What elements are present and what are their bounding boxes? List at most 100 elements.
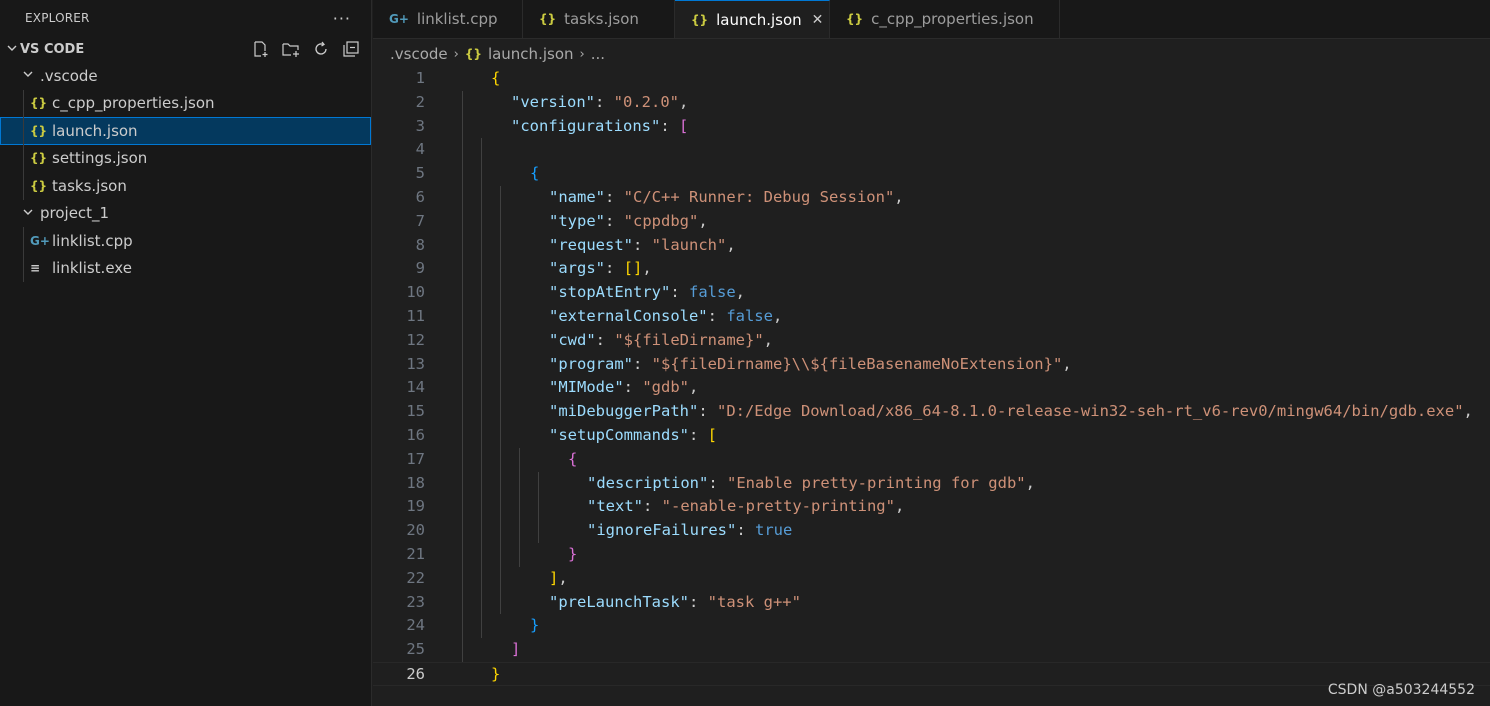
line-number: 16 [406,425,425,444]
line-number: 11 [406,306,425,325]
new-folder-icon[interactable] [281,39,301,59]
tab-tasks-json[interactable]: {} tasks.json [523,0,675,38]
more-actions-icon[interactable]: ··· [333,9,351,28]
code-line: 13 "program": "${fileDirname}\\${fileBase… [373,353,1490,377]
line-number: 6 [415,187,425,206]
code-line: 11 "externalConsole": false, [373,305,1490,329]
line-number: 23 [406,592,425,611]
workspace-name: VS CODE [20,41,85,57]
tree-folder-vscode[interactable]: .vscode [0,62,371,90]
code-line: 15 "miDebuggerPath": "D:/Edge Download/x8… [373,400,1490,424]
code-line: 25] [373,638,1490,662]
code-line: 2 "version": "0.2.0", [373,91,1490,115]
code-line: 6 "name": "C/C++ Runner: Debug Session", [373,186,1490,210]
line-number: 10 [406,283,425,302]
tab-label: linklist.cpp [416,10,498,28]
code-line: 3 "configurations": [ [373,115,1490,139]
json-icon: {} [30,123,48,138]
line-number: 1 [415,69,425,87]
indent-guide [538,472,539,543]
cpp-icon: G+ [30,233,50,248]
code-line: 12 "cwd": "${fileDirname}", [373,329,1490,353]
close-icon[interactable]: ✕ [812,12,824,28]
tree-file-label: linklist.cpp [52,231,133,250]
line-number: 9 [415,259,425,278]
code-line: 24} [373,614,1490,638]
indent-guide [481,138,482,638]
line-number: 17 [406,449,425,468]
json-icon: {} [30,96,48,111]
tab-label: tasks.json [564,10,639,28]
workspace-section-header[interactable]: VS CODE [0,36,371,62]
tree-file-label: linklist.exe [52,259,132,278]
collapse-all-icon[interactable] [341,39,361,59]
code-line: 21} [373,543,1490,567]
line-number: 5 [415,164,425,183]
code-editor[interactable]: 1{ 2 "version": "0.2.0", 3 "configurations… [373,67,1490,706]
line-number: 26 [406,664,425,683]
line-number: 22 [406,568,425,587]
json-icon: {} [464,47,482,61]
editor-tabs: G+ linklist.cpp {} tasks.json {} launch.… [373,0,1490,39]
tree-file-c-cpp-properties[interactable]: {} c_cpp_properties.json [0,89,371,117]
chevron-down-icon [22,206,40,221]
code-line: 20 "ignoreFailures": true [373,519,1490,543]
tab-label: launch.json [716,10,802,29]
tree-folder-label: .vscode [40,66,98,85]
tab-c-cpp-properties-json[interactable]: {} c_cpp_properties.json [830,0,1060,38]
explorer-header: EXPLORER ··· [0,0,371,36]
line-number: 21 [406,544,425,563]
tree-file-linklist-exe[interactable]: ≡ linklist.exe [0,254,371,282]
code-line: 22], [373,567,1490,591]
breadcrumb: .vscode › {} launch.json › ... [390,41,605,67]
json-icon: {} [30,151,48,166]
tree-file-label: launch.json [52,121,138,140]
code-line: 16 "setupCommands": [ [373,424,1490,448]
tree-file-launch[interactable]: {} launch.json [0,117,371,145]
chevron-down-icon [6,42,20,57]
new-file-icon[interactable] [251,39,271,59]
code-line: 4 [373,138,1490,162]
tree-file-settings[interactable]: {} settings.json [0,144,371,172]
json-icon: {} [691,12,709,27]
code-line: 8 "request": "launch", [373,234,1490,258]
tree-folder-project-1[interactable]: project_1 [0,200,371,228]
code-line: 9 "args": [], [373,257,1490,281]
tree-file-label: tasks.json [52,176,127,195]
text-file-icon: ≡ [30,261,41,276]
explorer-sidebar: EXPLORER ··· VS CODE .vscode {} c_cpp_pr… [0,0,372,706]
breadcrumb-tail[interactable]: ... [591,45,605,63]
line-number: 25 [406,640,425,659]
breadcrumb-file[interactable]: launch.json [488,45,574,63]
code-line: 10 "stopAtEntry": false, [373,281,1490,305]
watermark: CSDN @a503244552 [1327,682,1475,698]
json-icon: {} [846,12,864,26]
line-number: 2 [415,92,425,111]
indent-guide [462,91,463,662]
line-number: 12 [406,330,425,349]
breadcrumb-folder[interactable]: .vscode [390,45,448,63]
tree-file-tasks[interactable]: {} tasks.json [0,172,371,200]
tab-label: c_cpp_properties.json [871,10,1034,28]
tab-linklist-cpp[interactable]: G+ linklist.cpp [373,0,523,38]
line-number: 4 [415,140,425,159]
code-line: 1{ [373,67,1490,91]
code-line-current: 26} [373,661,1490,686]
json-icon: {} [30,178,48,193]
line-number: 14 [406,378,425,397]
line-number: 19 [406,497,425,516]
line-number: 24 [406,616,425,635]
indent-guide [519,448,520,567]
tree-folder-label: project_1 [40,204,110,223]
refresh-icon[interactable] [311,39,331,59]
line-number: 18 [406,473,425,492]
tree-file-linklist-cpp[interactable]: G+ linklist.cpp [0,227,371,255]
code-line: 14 "MIMode": "gdb", [373,376,1490,400]
line-number: 13 [406,354,425,373]
line-number: 20 [406,521,425,540]
chevron-down-icon [22,68,40,83]
indent-guide [500,186,501,614]
tree-file-label: c_cpp_properties.json [52,94,215,113]
json-icon: {} [539,12,557,26]
tab-launch-json[interactable]: {} launch.json ✕ [675,0,830,38]
